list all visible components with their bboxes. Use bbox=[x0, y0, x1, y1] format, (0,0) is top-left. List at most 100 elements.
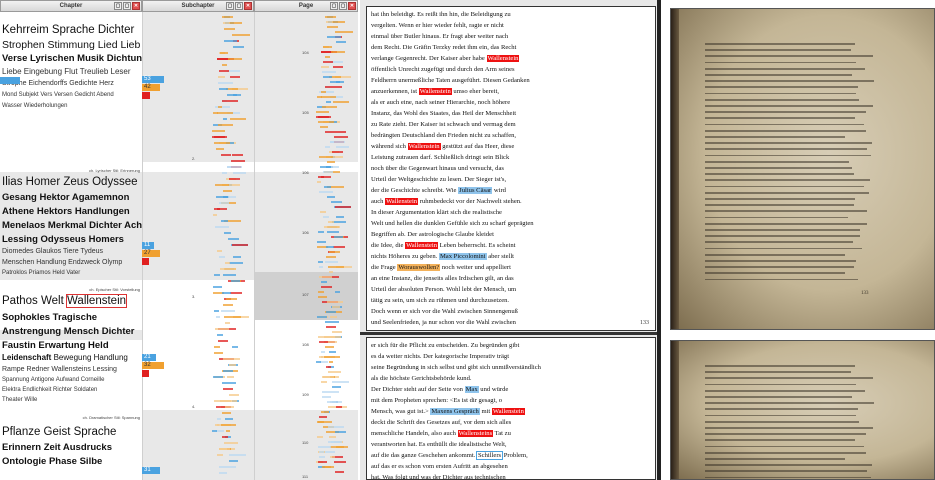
entity-highlight-red[interactable]: Wallensteins bbox=[457, 430, 494, 437]
overview-panel: Chapter ▢ ▢ ✕ Subchapter ▢ ▢ ✕ Page ▢ ▢ ✕ Kehr… bbox=[0, 0, 358, 480]
keyword-line[interactable]: Diomedes Glaukos Tiere Tydeus bbox=[2, 248, 103, 255]
keyword-line[interactable]: Gesang Hektor Agamemnon bbox=[2, 192, 129, 203]
keyword-line[interactable]: Anstrengung Mensch Dichter bbox=[2, 326, 135, 337]
page-number[interactable]: 111 bbox=[302, 474, 308, 479]
text-line: verantworten hat. Es enthüllt die ideali… bbox=[371, 441, 507, 448]
entity-highlight-red[interactable]: Wallenstein bbox=[418, 88, 452, 95]
keyword-line[interactable]: Erinnern Zeit Ausdrucks bbox=[2, 442, 112, 453]
keyword-line[interactable]: Kehrreim Sprache Dichter bbox=[2, 24, 134, 36]
close-icon[interactable]: ✕ bbox=[132, 2, 140, 10]
text-line: und Seelenfrieden, ja nur schon vor die … bbox=[371, 319, 516, 326]
occurrence-mark bbox=[325, 256, 337, 258]
count-bar-red[interactable] bbox=[142, 92, 150, 99]
maximize-icon[interactable]: ▢ bbox=[235, 2, 243, 10]
page-number[interactable]: 109 bbox=[302, 392, 309, 397]
keyword-line[interactable]: Pflanze Geist Sprache bbox=[2, 426, 116, 438]
maximize-icon[interactable]: ▢ bbox=[123, 2, 131, 10]
scan-text-line bbox=[705, 129, 866, 132]
count-bar-blue[interactable]: 21 bbox=[142, 354, 156, 361]
close-icon[interactable]: ✕ bbox=[244, 2, 252, 10]
count-bar-orange[interactable]: 32 bbox=[142, 362, 164, 369]
page-column-header[interactable]: Page ▢ ▢ ✕ bbox=[254, 0, 358, 12]
count-bar-orange[interactable]: 42 bbox=[142, 84, 160, 91]
keyword-line[interactable]: Pathos Welt Wallenstein bbox=[2, 294, 128, 308]
entity-highlight-blue[interactable]: Max bbox=[464, 386, 479, 393]
keyword-text[interactable]: Bewegung Handlung bbox=[54, 353, 128, 362]
scanned-page-image[interactable]: 133 bbox=[670, 8, 935, 330]
chapter-column-header[interactable]: Chapter ▢ ▢ ✕ bbox=[0, 0, 142, 12]
keyword-text[interactable]: Leidenschaft bbox=[2, 353, 51, 362]
page-number[interactable]: 107 bbox=[302, 292, 309, 297]
keyword-line[interactable]: Wasser Wiederholungen bbox=[2, 103, 67, 109]
text-line: menschliche Handeln, also auch Wallenste… bbox=[371, 430, 511, 437]
keyword-line[interactable]: Rampe Redner Wallensteins Lessing bbox=[2, 366, 117, 373]
keyword-text[interactable]: Pathos Welt bbox=[2, 295, 64, 307]
entity-highlight-red[interactable]: Wallenstein bbox=[491, 408, 525, 415]
page-number[interactable]: 106 bbox=[302, 230, 309, 235]
entity-highlight-red[interactable]: Wallenstein bbox=[486, 55, 520, 62]
occurrence-mark bbox=[320, 381, 328, 383]
entity-highlight-red[interactable]: Wallenstein bbox=[385, 198, 419, 205]
occurrence-mark bbox=[216, 250, 223, 252]
keyword-line[interactable]: Verse Lyrischen Musik Dichtung bbox=[2, 53, 142, 64]
scan-text-line bbox=[705, 167, 852, 169]
count-bar-red[interactable] bbox=[142, 258, 149, 265]
keyword-line[interactable]: Athene Hektors Handlungen bbox=[2, 206, 130, 217]
entity-highlight-red[interactable]: Wallenstein bbox=[405, 242, 439, 249]
scan-text-line bbox=[705, 260, 857, 262]
occurrence-mark bbox=[317, 436, 324, 438]
scanned-page-image[interactable] bbox=[670, 340, 935, 480]
keyword-line[interactable]: Leidenschaft Bewegung Handlung bbox=[2, 353, 128, 362]
count-bar-blue[interactable]: 11 bbox=[142, 242, 154, 249]
occurrence-mark bbox=[328, 271, 334, 273]
occurrence-mark bbox=[325, 16, 337, 18]
keyword-line[interactable]: Elektra Endlichkeit Richter Soldaten bbox=[2, 387, 97, 393]
text-page[interactable]: 133 hat ihn beleidigt. Es reißt ihn hin,… bbox=[366, 6, 656, 331]
occurrence-mark bbox=[228, 178, 240, 180]
keyword-line[interactable]: Faustin Erwartung Held bbox=[2, 340, 109, 351]
entity-highlight-orange[interactable]: Worauswollen? bbox=[397, 264, 441, 271]
page-number[interactable]: 106 bbox=[302, 170, 309, 175]
keyword-line[interactable]: Menschen Handlung Endzweck Olymp bbox=[2, 259, 122, 266]
keyword-line[interactable]: Patroklos Priamos Held Vater bbox=[2, 270, 80, 276]
entity-highlight-red[interactable]: Wallenstein bbox=[407, 143, 441, 150]
keyword-line[interactable]: Ilias Homer Zeus Odyssee bbox=[2, 176, 138, 188]
page-number[interactable]: 110 bbox=[302, 440, 308, 445]
keyword-line[interactable]: Lessing Odysseus Homers bbox=[2, 234, 124, 245]
text-line: seine Begründung in sich selbst und gibt… bbox=[371, 364, 541, 371]
entity-highlight-outline[interactable]: Schillers bbox=[476, 451, 504, 460]
count-bar-blue[interactable]: 53 bbox=[142, 76, 164, 83]
keyword-line[interactable]: Theater Wille bbox=[2, 397, 37, 403]
scan-text-line bbox=[705, 191, 869, 194]
splitter[interactable] bbox=[657, 0, 661, 480]
maximize-icon[interactable]: ▢ bbox=[339, 2, 347, 10]
occurrence-mark bbox=[327, 401, 336, 403]
minimize-icon[interactable]: ▢ bbox=[114, 2, 122, 10]
occurrence-mark bbox=[228, 22, 243, 24]
text-page[interactable]: er sich für die Pflicht zu entscheiden. … bbox=[366, 337, 656, 480]
minimize-icon[interactable]: ▢ bbox=[330, 2, 338, 10]
keyword-line[interactable]: Strophen Stimmung Lied Lieb bbox=[2, 39, 140, 51]
page-number[interactable]: 105 bbox=[302, 110, 309, 115]
keyword-line[interactable]: Spannung Antigone Aufwand Corneille bbox=[2, 377, 104, 383]
subchapter-column-header[interactable]: Subchapter ▢ ▢ ✕ bbox=[142, 0, 254, 12]
occurrence-mark bbox=[335, 291, 341, 293]
close-icon[interactable]: ✕ bbox=[348, 2, 356, 10]
page-number[interactable]: 104 bbox=[302, 50, 309, 55]
keyword-line[interactable]: Liebe Eingebung Flut Treulieb Leser bbox=[2, 67, 131, 76]
minimize-icon[interactable]: ▢ bbox=[226, 2, 234, 10]
occurrence-mark bbox=[335, 216, 344, 218]
occurrence-mark bbox=[226, 430, 231, 432]
keyword-line[interactable]: Mond Subjekt Vers Versen Gedicht Abend bbox=[2, 92, 114, 98]
keyword-line[interactable]: Ontologie Phase Silbe bbox=[2, 456, 102, 467]
count-bar-orange[interactable]: 27 bbox=[142, 250, 160, 257]
highlighted-keyword[interactable]: Wallenstein bbox=[65, 294, 128, 308]
entity-highlight-blue[interactable]: Maxens Gespräch bbox=[430, 408, 480, 415]
count-bar-blue[interactable]: 31 bbox=[142, 467, 160, 474]
keyword-line[interactable]: Menelaos Merkmal Dichter Achill bbox=[2, 220, 142, 231]
page-number[interactable]: 108 bbox=[302, 342, 309, 347]
entity-highlight-blue[interactable]: Julius Cäsar bbox=[458, 187, 493, 194]
entity-highlight-blue[interactable]: Max Piccolomini bbox=[438, 253, 487, 260]
keyword-line[interactable]: Sophokles Tragische bbox=[2, 312, 97, 323]
count-bar-red[interactable] bbox=[142, 370, 149, 377]
